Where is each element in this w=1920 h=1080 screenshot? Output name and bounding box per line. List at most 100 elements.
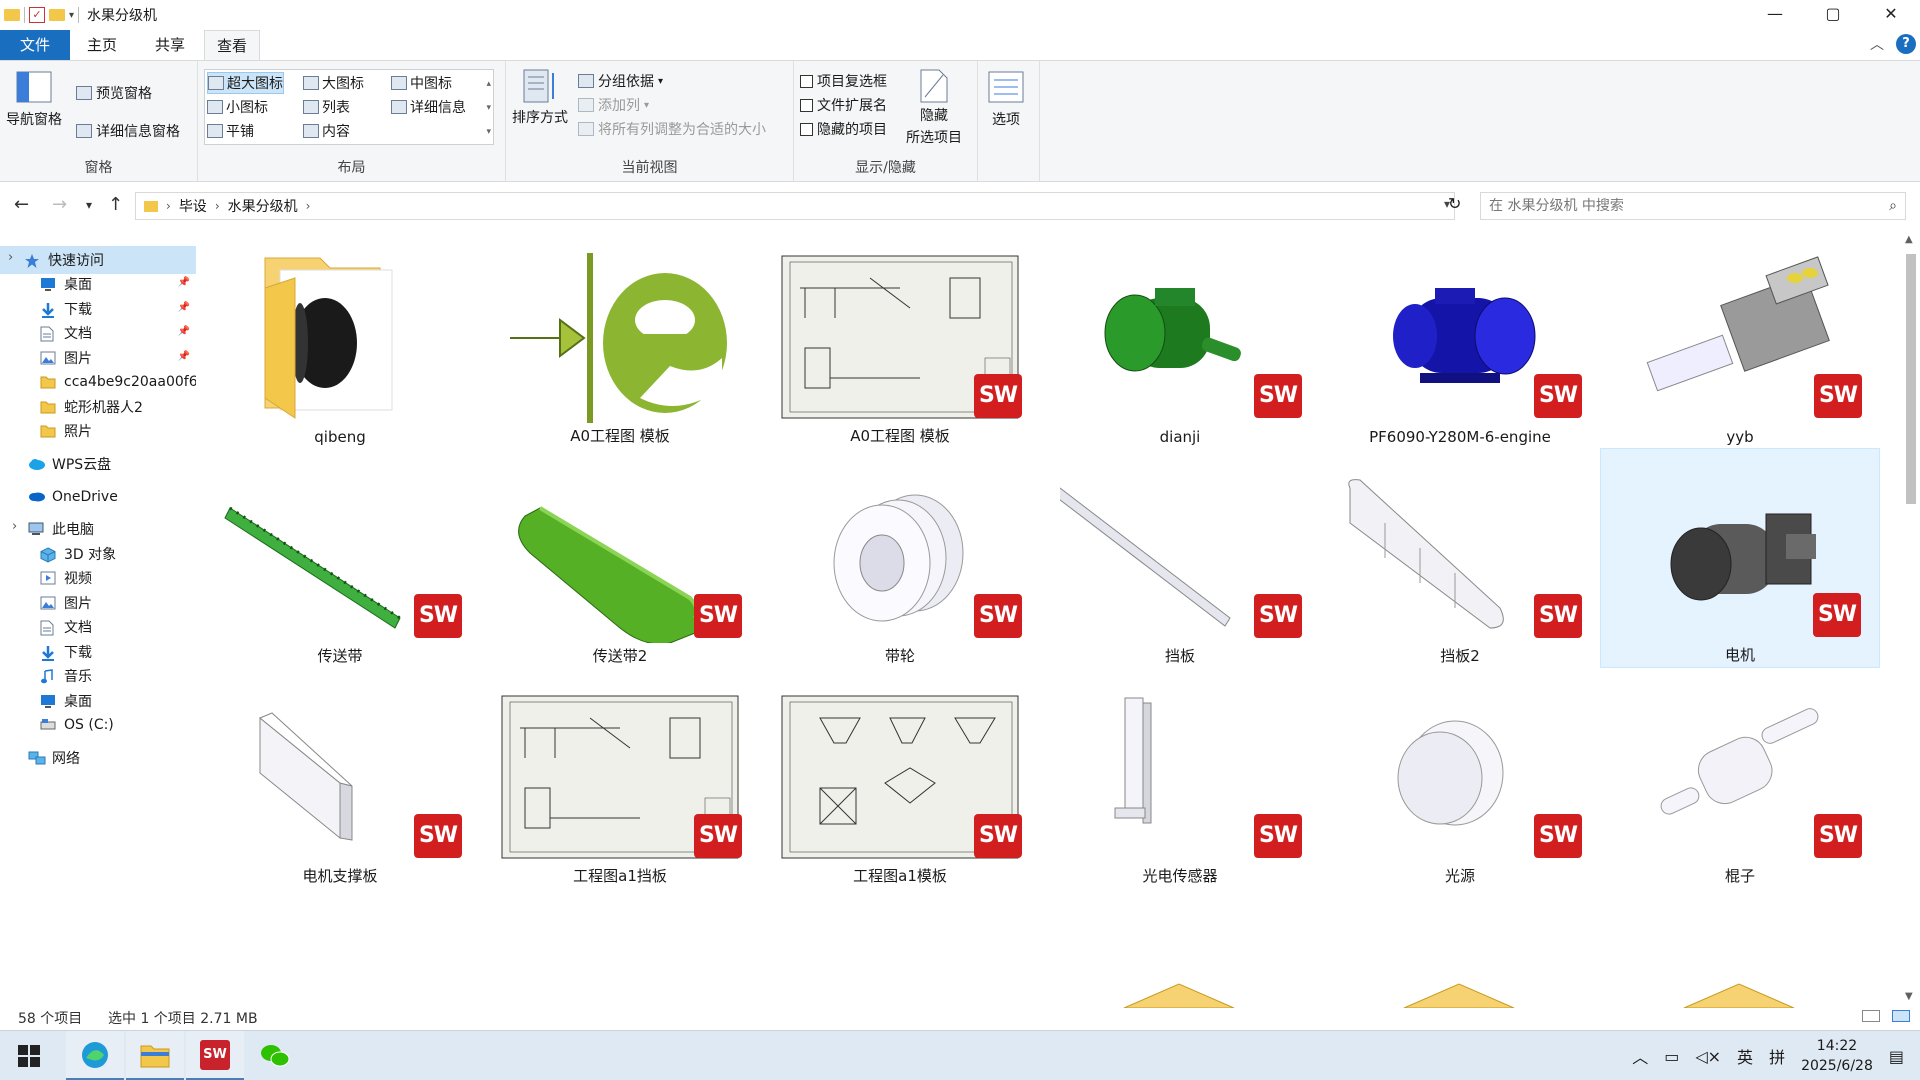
vertical-scrollbar[interactable]: ▲ ▼ [1902,228,1920,1008]
help-icon[interactable]: ? [1896,34,1916,54]
nav-pane-button[interactable]: 导航窗格 [6,71,62,129]
large-icons-view-icon[interactable] [1892,1010,1910,1022]
file-name: dianji [1159,428,1201,446]
file-item[interactable]: SW yyb [1600,228,1880,448]
chevron-down-icon: ▾ [658,75,664,87]
checkbox[interactable] [800,74,813,88]
taskbar-file-explorer[interactable] [126,1031,184,1080]
add-columns-button[interactable]: 添加列 ▾ [578,95,649,115]
customize-dropdown-icon[interactable]: ▾ [69,10,74,21]
scroll-thumb[interactable] [1906,254,1916,504]
checkbox[interactable] [800,122,813,136]
file-item[interactable]: A0工程图 模板 [480,228,760,448]
hidden-items-toggle[interactable]: 隐藏的项目 [800,119,887,139]
sidebar-item[interactable]: 照片 [0,417,196,445]
sidebar-item[interactable]: 文档 📌 [0,319,196,347]
clock[interactable]: 14:22 2025/6/28 [1801,1036,1873,1076]
sidebar-item[interactable]: OS (C:) [0,711,196,739]
search-icon[interactable]: ⌕ [1889,193,1897,219]
back-button[interactable]: ← [14,194,29,215]
file-item[interactable]: SW PF6090-Y280M-6-engine [1320,228,1600,448]
sidebar-item[interactable]: WPS云盘 [0,450,196,478]
size-columns-button[interactable]: 将所有列调整为合适的大小 [578,119,766,139]
sidebar-item[interactable]: 文档 [0,613,196,641]
file-item[interactable]: SW A0工程图 模板 [760,228,1040,448]
layout-tiles[interactable]: 平铺 [207,121,254,141]
taskbar-solidworks[interactable]: SW [186,1031,244,1080]
layout-large-icons[interactable]: 大图标 [303,73,364,93]
layout-details[interactable]: 详细信息 [391,97,466,117]
file-item[interactable]: SW 挡板 [1040,448,1320,668]
ime-language[interactable]: 英 [1737,1044,1753,1068]
volume-icon[interactable]: ◁× [1695,1047,1721,1066]
expand-chevron-icon[interactable]: › [8,250,13,265]
scroll-up-icon[interactable]: ▲ [1905,234,1913,245]
new-folder-icon[interactable] [49,9,65,21]
sidebar-item[interactable]: 音乐 [0,662,196,690]
battery-icon[interactable]: ▭ [1664,1047,1679,1066]
tab-share[interactable]: 共享 [138,30,202,60]
file-item[interactable]: SW 传送带2 [480,448,760,668]
sidebar-item[interactable]: 网络 [0,744,196,772]
sidebar-item[interactable]: OneDrive [0,483,196,511]
folder-icon[interactable] [4,9,20,21]
details-view-icon[interactable] [1862,1010,1880,1022]
file-item[interactable]: SW 工程图a1模板 [760,668,1040,888]
sort-by-button[interactable]: 排序方式 [512,69,568,127]
ime-mode[interactable]: 拼 [1769,1044,1785,1068]
up-button[interactable]: ↑ [108,194,123,215]
tab-file[interactable]: 文件 [0,30,70,60]
sidebar-item[interactable]: 视频 [0,564,196,592]
refresh-icon[interactable]: ↻ [1448,194,1461,213]
file-item[interactable]: SW dianji [1040,228,1320,448]
notification-icon[interactable]: ▤ [1889,1047,1904,1066]
file-item[interactable]: SW 传送带 [200,448,480,668]
file-item[interactable]: SW 工程图a1挡板 [480,668,760,888]
file-item[interactable]: SW 挡板2 [1320,448,1600,668]
breadcrumb-item[interactable]: 水果分级机 [228,196,298,216]
sidebar-item[interactable]: cca4be9c20aa00f6 [0,368,196,396]
sidebar-item[interactable]: 桌面 📌 [0,270,196,298]
layout-small-icons[interactable]: 小图标 [207,97,268,117]
expand-chevron-icon[interactable]: › [12,519,17,534]
file-item[interactable]: SW 光电传感器 [1040,668,1320,888]
layout-list[interactable]: 列表 [303,97,350,117]
details-pane-button[interactable]: 详细信息窗格 [76,121,180,141]
minimize-button[interactable]: — [1746,0,1804,30]
maximize-button[interactable]: ▢ [1804,0,1862,30]
file-item[interactable]: SW 电机支撑板 [200,668,480,888]
tab-home[interactable]: 主页 [70,30,134,60]
file-extensions-toggle[interactable]: 文件扩展名 [800,95,887,115]
properties-icon[interactable]: ✓ [29,7,45,23]
file-item[interactable]: SW 电机 [1600,448,1880,668]
file-item[interactable]: qibeng [200,228,480,448]
options-button[interactable]: 选项 [988,71,1024,129]
search-input[interactable]: 在 水果分级机 中搜索 ⌕ [1480,192,1906,220]
file-item[interactable]: SW 带轮 [760,448,1040,668]
taskbar-wechat[interactable] [246,1031,304,1080]
preview-pane-button[interactable]: 预览窗格 [76,83,152,103]
hide-selected-button[interactable]: 隐藏 所选项目 [906,69,962,147]
breadcrumb-item[interactable]: 毕设 [179,196,207,216]
layout-scroll-icon[interactable]: ▴ ▾ ▾ [486,72,491,144]
taskbar-edge[interactable] [66,1031,124,1080]
tab-view[interactable]: 查看 [204,30,260,61]
close-button[interactable]: ✕ [1862,0,1920,30]
recent-dropdown-icon[interactable]: ▾ [86,198,92,212]
item-checkboxes-toggle[interactable]: 项目复选框 [800,71,887,91]
address-bar[interactable]: › 毕设 › 水果分级机 › ▾ [135,192,1455,220]
forward-button[interactable]: → [52,194,67,215]
tray-overflow-icon[interactable]: ︿ [1632,1044,1648,1068]
file-item[interactable]: SW 棍子 [1600,668,1880,888]
layout-medium-icons[interactable]: 中图标 [391,73,452,93]
layout-extra-large-icons[interactable]: 超大图标 [207,72,284,94]
checkbox[interactable] [800,98,813,112]
file-item[interactable]: SW 光源 [1320,668,1600,888]
collapse-ribbon-icon[interactable]: ︿ [1870,34,1884,54]
start-button[interactable] [0,1031,58,1080]
scroll-down-icon[interactable]: ▼ [1905,991,1913,1002]
layout-content[interactable]: 内容 [303,121,350,141]
sidebar-item[interactable]: › 此电脑 [0,515,196,543]
group-by-button[interactable]: 分组依据 ▾ [578,71,663,91]
quick-access-toolbar: ✓ ▾ [0,0,80,30]
